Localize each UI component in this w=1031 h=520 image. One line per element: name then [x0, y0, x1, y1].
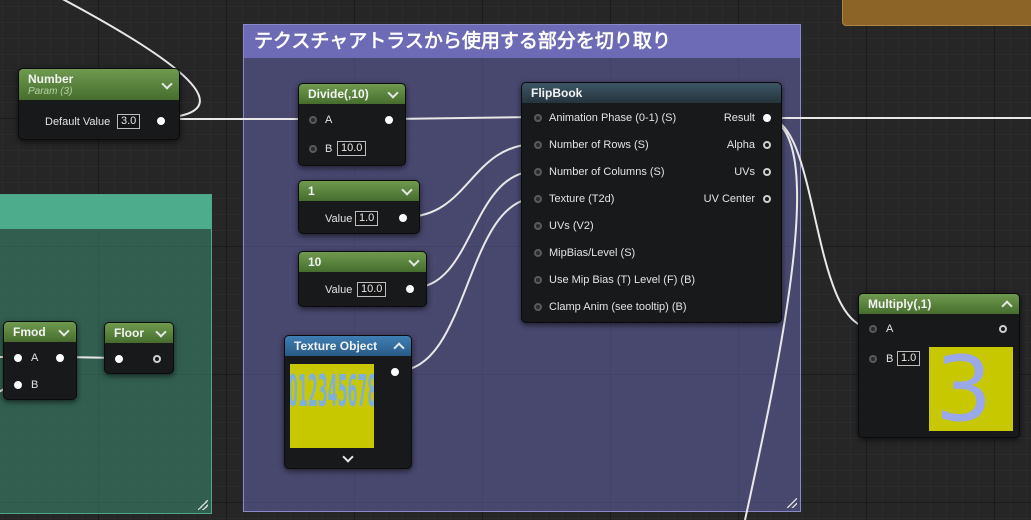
input-pin-b[interactable]	[309, 145, 317, 153]
node-header[interactable]: Divide(,10)	[299, 84, 405, 104]
texture-preview: 0123456789	[290, 364, 374, 448]
input-pin-a[interactable]	[14, 354, 22, 362]
input-pin[interactable]	[534, 195, 542, 203]
input-label: Clamp Anim (see tooltip) (B)	[549, 301, 687, 313]
output-pin[interactable]	[399, 214, 407, 222]
input-label: Number of Rows (S)	[549, 139, 649, 151]
texture-preview-text: 0123456789	[290, 366, 374, 417]
divide-node[interactable]: Divide(,10) A B 10.0	[298, 83, 406, 166]
node-title: 10	[308, 255, 322, 269]
value-field[interactable]: 10.0	[357, 282, 387, 297]
node-title: Divide(,10)	[308, 87, 369, 101]
node-header[interactable]: Multiply(,1)	[859, 294, 1019, 314]
constant-node-10[interactable]: 10 Value 10.0	[298, 251, 427, 307]
output-pin-result[interactable]	[763, 114, 771, 122]
value-label: Value	[325, 213, 353, 225]
chevron-down-icon[interactable]	[58, 325, 70, 337]
node-header[interactable]: 10	[299, 252, 426, 272]
node-subtitle: Param (3)	[28, 86, 73, 97]
input-pin-a[interactable]	[869, 325, 877, 333]
node-title: Number	[28, 72, 74, 86]
chevron-up-icon[interactable]	[1001, 300, 1013, 312]
input-label: Texture (T2d)	[549, 193, 615, 205]
output-pin[interactable]	[385, 116, 393, 124]
node-title: 1	[308, 184, 315, 198]
node-title: Texture Object	[294, 339, 378, 353]
node-header[interactable]: Fmod	[4, 322, 76, 342]
input-pin-a[interactable]	[309, 116, 317, 124]
node-header[interactable]: Number Param (3)	[19, 69, 179, 100]
output-pin[interactable]	[391, 368, 399, 376]
b-value-field[interactable]: 10.0	[337, 141, 367, 156]
input-pin[interactable]	[534, 168, 542, 176]
output-pin-alpha[interactable]	[763, 141, 771, 149]
input-label: Use Mip Bias (T) Level (F) (B)	[549, 274, 696, 286]
output-label: Result	[723, 112, 755, 124]
output-label: UV Center	[703, 193, 755, 205]
pin-label-a: A	[886, 323, 894, 335]
input-pin[interactable]	[534, 249, 542, 257]
number-param-node[interactable]: Number Param (3) Default Value 3.0	[18, 68, 180, 140]
node-header[interactable]: 1	[299, 181, 419, 201]
node-title: FlipBook	[531, 86, 583, 100]
node-title: Floor	[114, 326, 144, 340]
output-pin-uvs[interactable]	[763, 168, 771, 176]
output-pin[interactable]	[406, 285, 414, 293]
input-pin[interactable]	[534, 141, 542, 149]
chevron-down-icon[interactable]	[408, 255, 420, 267]
node-title: Multiply(,1)	[868, 297, 932, 311]
pin-label-b: B	[31, 379, 39, 391]
flipbook-node[interactable]: FlipBook Animation Phase (0-1) (S) Numbe…	[521, 82, 782, 323]
pin-label-a: A	[31, 352, 39, 364]
value-field[interactable]: 1.0	[355, 211, 379, 226]
default-value-field[interactable]: 3.0	[117, 114, 141, 129]
node-header[interactable]: Texture Object	[285, 336, 411, 356]
input-pin[interactable]	[115, 355, 123, 363]
chevron-down-icon[interactable]	[387, 87, 399, 99]
pin-label-b: B	[325, 143, 333, 155]
output-label: UVs	[734, 166, 755, 178]
output-pin[interactable]	[56, 354, 64, 362]
node-title: Fmod	[13, 325, 46, 339]
comment-green-title-bar[interactable]	[0, 195, 211, 229]
resize-grip-icon[interactable]	[787, 498, 797, 508]
input-pin[interactable]	[534, 222, 542, 230]
input-pin[interactable]	[534, 303, 542, 311]
value-label: Value	[325, 284, 353, 296]
input-pin-b[interactable]	[869, 355, 877, 363]
chevron-down-icon[interactable]	[401, 184, 413, 196]
multiply-node[interactable]: Multiply(,1) A B 1.0 3	[858, 293, 1020, 438]
input-label: UVs (V2)	[549, 220, 594, 232]
result-preview: 3	[929, 347, 1013, 431]
output-pin[interactable]	[157, 117, 165, 125]
partial-node-top-right[interactable]	[842, 0, 1031, 26]
input-pin[interactable]	[534, 276, 542, 284]
output-pin[interactable]	[999, 325, 1007, 333]
default-value-label: Default Value	[45, 116, 111, 128]
chevron-up-icon[interactable]	[393, 342, 405, 354]
input-pin-b[interactable]	[14, 381, 22, 389]
texture-object-node[interactable]: Texture Object 0123456789	[284, 335, 412, 469]
input-label: Number of Columns (S)	[549, 166, 665, 178]
output-pin-uv-center[interactable]	[763, 195, 771, 203]
comment-title[interactable]: テクスチャアトラスから使用する部分を切り取り	[244, 25, 800, 58]
constant-node-1[interactable]: 1 Value 1.0	[298, 180, 420, 234]
chevron-down-icon[interactable]	[342, 451, 354, 463]
chevron-down-icon[interactable]	[155, 326, 167, 338]
node-header[interactable]: Floor	[105, 323, 173, 343]
pin-label-a: A	[325, 114, 333, 126]
pin-label-b: B	[886, 353, 894, 365]
input-label: MipBias/Level (S)	[549, 247, 636, 259]
input-pin[interactable]	[534, 114, 542, 122]
resize-grip-icon[interactable]	[198, 500, 208, 510]
input-label: Animation Phase (0-1) (S)	[549, 112, 677, 124]
floor-node[interactable]: Floor	[104, 322, 174, 374]
fmod-node[interactable]: Fmod A B	[3, 321, 77, 400]
node-header[interactable]: FlipBook	[522, 83, 781, 103]
preview-digit: 3	[935, 347, 993, 431]
output-label: Alpha	[726, 139, 755, 151]
b-value-field[interactable]: 1.0	[897, 351, 921, 366]
output-pin[interactable]	[153, 355, 161, 363]
